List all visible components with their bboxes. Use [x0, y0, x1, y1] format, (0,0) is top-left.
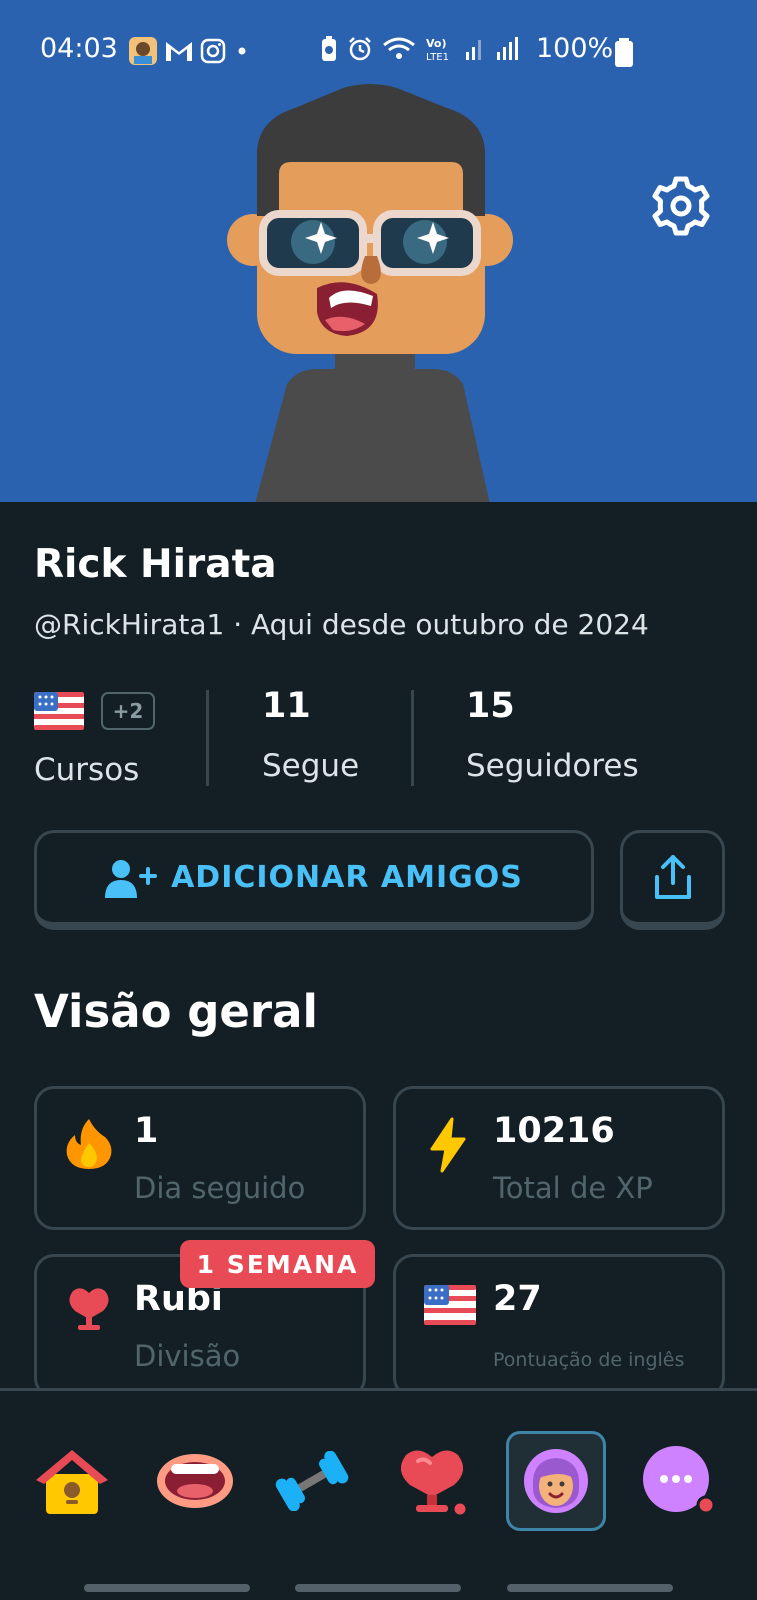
stats-divider: [206, 690, 209, 786]
system-nav-bar[interactable]: [84, 1584, 250, 1592]
bottom-navigation: [0, 1388, 757, 1600]
nav-more[interactable]: [628, 1431, 728, 1531]
mouth-icon: [157, 1454, 233, 1508]
lightning-icon: [430, 1117, 466, 1173]
dot-icon: [238, 47, 246, 55]
avatar-illustration: [227, 84, 513, 502]
share-button[interactable]: [620, 830, 725, 930]
battery-percent: 100%: [536, 33, 614, 64]
nav-speaking[interactable]: [145, 1431, 245, 1531]
ruby-trophy-icon: [69, 1288, 109, 1330]
alarm-icon: [349, 37, 371, 61]
us-flag-icon[interactable]: [34, 692, 84, 730]
english-score-value: 27: [493, 1279, 542, 1319]
nav-home[interactable]: [22, 1431, 122, 1531]
system-nav-bar[interactable]: [295, 1584, 461, 1592]
notification-icons: [128, 36, 252, 66]
fire-icon: [66, 1119, 112, 1169]
system-icons: Vo) LTE1: [320, 36, 521, 62]
volte-icon: Vo) LTE1: [426, 37, 449, 62]
english-score-label: Pontuação de inglês: [493, 1349, 685, 1371]
system-nav-bar[interactable]: [507, 1584, 673, 1592]
courses-label: Cursos: [34, 752, 140, 788]
streak-card[interactable]: 1 Dia seguido: [34, 1086, 366, 1230]
division-label: Divisão: [134, 1339, 241, 1373]
instagram-icon: [200, 38, 226, 64]
gmail-icon: [166, 42, 192, 61]
followers-count: 15: [466, 686, 515, 726]
battery-saver-icon: [322, 36, 336, 61]
following-label: Segue: [262, 748, 360, 784]
svg-text:LTE1: LTE1: [426, 52, 449, 62]
overview-title: Visão geral: [34, 985, 318, 1038]
status-bar: 04:03 Vo) LTE1 100%: [0, 28, 757, 72]
profile-name: Rick Hirata: [34, 542, 277, 587]
status-time: 04:03: [40, 33, 118, 64]
settings-gear-icon[interactable]: [650, 175, 712, 237]
following-count: 11: [262, 686, 311, 726]
wifi-icon: [383, 37, 415, 59]
share-icon: [654, 854, 691, 899]
home-icon: [36, 1450, 108, 1514]
add-user-icon: [105, 859, 158, 898]
stats-divider: [411, 690, 414, 786]
extra-courses-badge[interactable]: +2: [101, 692, 155, 730]
streak-label: Dia seguido: [134, 1171, 306, 1205]
profile-handle: @RickHirata1 · Aqui desde outubro de 202…: [34, 608, 649, 641]
add-friends-label: ADICIONAR AMIGOS: [171, 860, 523, 895]
xp-value: 10216: [493, 1111, 615, 1151]
us-flag-icon: [424, 1285, 476, 1325]
app-notification-icon: [129, 37, 157, 65]
nav-profile[interactable]: [506, 1431, 606, 1531]
battery-icon: [615, 38, 633, 67]
svg-text:Vo): Vo): [426, 37, 447, 50]
division-week-badge: 1 SEMANA: [180, 1240, 375, 1288]
xp-card[interactable]: 10216 Total de XP: [393, 1086, 725, 1230]
english-score-card[interactable]: 27 Pontuação de inglês: [393, 1254, 725, 1398]
followers-stat[interactable]: 15 Seguidores: [466, 686, 639, 784]
streak-value: 1: [134, 1111, 159, 1151]
following-stat[interactable]: 11 Segue: [262, 686, 359, 784]
xp-label: Total de XP: [493, 1171, 653, 1205]
signal-icon-2: [497, 37, 518, 60]
followers-label: Seguidores: [466, 748, 639, 784]
signal-icon-1: [466, 40, 481, 60]
nav-practice[interactable]: [262, 1431, 362, 1531]
more-icon: [643, 1446, 716, 1515]
leagues-icon: [400, 1450, 469, 1518]
nav-leagues[interactable]: [382, 1431, 482, 1531]
dumbbell-icon: [275, 1451, 349, 1511]
add-friends-button[interactable]: ADICIONAR AMIGOS: [34, 830, 594, 930]
profile-header: 04:03 Vo) LTE1 100%: [0, 0, 757, 502]
profile-avatar-icon: [524, 1449, 588, 1513]
